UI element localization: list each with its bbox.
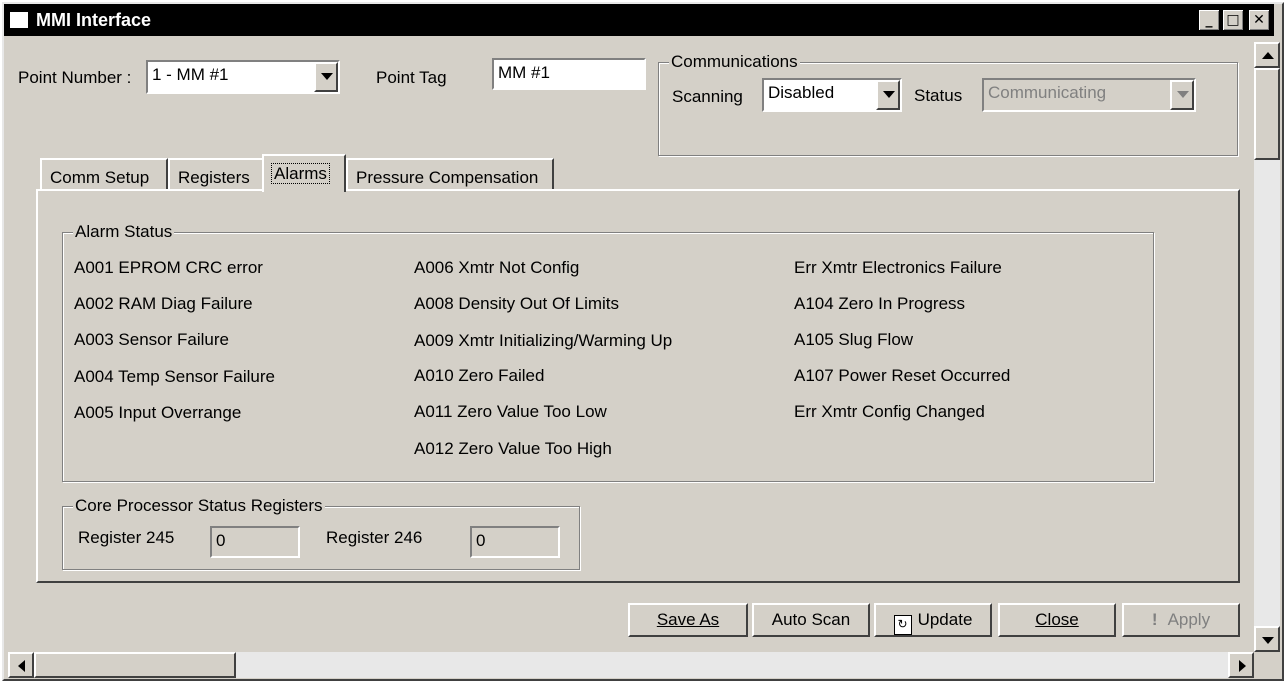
arrow-left-icon [18, 660, 25, 672]
tab-registers-label: Registers [178, 168, 250, 187]
auto-scan-label: Auto Scan [771, 610, 851, 629]
scanning-value: Disabled [768, 83, 835, 102]
horizontal-scrollbar[interactable] [8, 652, 1254, 678]
tab-comm-setup[interactable]: Comm Setup [40, 158, 168, 190]
scroll-right-button[interactable] [1228, 652, 1254, 678]
chevron-down-icon[interactable] [314, 62, 338, 92]
alarm-item: A008 Density Out Of Limits [414, 294, 620, 313]
arrow-up-icon [1262, 52, 1274, 59]
close-label: Close [1035, 610, 1079, 629]
refresh-icon: ↻ [893, 615, 912, 635]
maximize-button[interactable]: □ [1222, 9, 1244, 31]
point-number-label: Point Number : [18, 68, 132, 87]
scroll-down-button[interactable] [1254, 626, 1280, 652]
scanning-dropdown[interactable]: Disabled [762, 78, 902, 112]
arrow-right-icon [1239, 660, 1246, 672]
update-label: Update [917, 610, 973, 629]
point-tag-input[interactable]: MM #1 [492, 58, 646, 90]
tab-pressure-compensation[interactable]: Pressure Compensation [346, 158, 554, 190]
update-button[interactable]: ↻ Update [874, 603, 992, 637]
scroll-up-button[interactable] [1254, 42, 1280, 68]
register-246-field: 0 [470, 526, 560, 558]
point-number-dropdown[interactable]: 1 - MM #1 [146, 60, 340, 94]
alarm-item: A009 Xmtr Initializing/Warming Up [414, 331, 673, 350]
alarm-item: A005 Input Overrange [74, 403, 242, 422]
arrow-down-icon [1262, 637, 1274, 644]
scroll-left-button[interactable] [8, 652, 34, 678]
register-246-label: Register 246 [326, 528, 423, 547]
save-as-button[interactable]: Save As [628, 603, 748, 637]
chevron-down-icon [1170, 80, 1194, 110]
alarm-item: Err Xmtr Electronics Failure [794, 258, 1002, 277]
alarm-item: A001 EPROM CRC error [74, 258, 263, 277]
minimize-button[interactable]: _ [1198, 9, 1220, 31]
scanning-label: Scanning [672, 87, 743, 106]
alarm-item: A104 Zero In Progress [794, 294, 966, 313]
tab-alarms-label: Alarms [271, 163, 330, 184]
alarm-item: A107 Power Reset Occurred [794, 366, 1011, 385]
alarm-item: A011 Zero Value Too Low [414, 402, 607, 421]
point-number-value: 1 - MM #1 [152, 65, 229, 84]
alarm-item: A006 Xmtr Not Config [414, 258, 580, 277]
horizontal-scroll-thumb[interactable] [34, 652, 236, 678]
chevron-down-icon[interactable] [876, 80, 900, 110]
alarm-item: A002 RAM Diag Failure [74, 294, 253, 313]
alarm-item: A004 Temp Sensor Failure [74, 367, 275, 386]
window-icon[interactable] [10, 12, 28, 28]
register-245-label: Register 245 [78, 528, 175, 547]
point-tag-value: MM #1 [498, 63, 550, 82]
register-245-field: 0 [210, 526, 300, 558]
alarm-item: A105 Slug Flow [794, 330, 914, 349]
auto-scan-button[interactable]: Auto Scan [752, 603, 870, 637]
alarm-item: A012 Zero Value Too High [414, 439, 612, 458]
tab-pressure-compensation-label: Pressure Compensation [356, 168, 539, 187]
core-processor-legend: Core Processor Status Registers [73, 496, 325, 516]
tab-alarms[interactable]: Alarms [262, 154, 346, 192]
save-as-label: Save As [656, 610, 720, 629]
point-tag-label: Point Tag [376, 68, 447, 87]
communications-legend: Communications [669, 52, 800, 72]
tab-comm-setup-label: Comm Setup [50, 168, 150, 187]
alarm-item: A003 Sensor Failure [74, 330, 229, 349]
exclamation-icon: ! [1151, 610, 1158, 629]
register-246-value: 0 [476, 531, 486, 550]
alarm-status-legend: Alarm Status [73, 222, 175, 242]
window-title: MMI Interface [36, 10, 152, 30]
status-value: Communicating [988, 83, 1107, 102]
alarm-item: Err Xmtr Config Changed [794, 402, 985, 421]
apply-button[interactable]: ! Apply [1122, 603, 1240, 637]
apply-label: Apply [1167, 610, 1211, 629]
status-dropdown: Communicating [982, 78, 1196, 112]
vertical-scrollbar[interactable] [1254, 42, 1280, 652]
alarm-item: A010 Zero Failed [414, 366, 545, 385]
vertical-scroll-thumb[interactable] [1254, 68, 1280, 160]
tab-registers[interactable]: Registers [168, 158, 264, 190]
status-label: Status [914, 86, 963, 105]
close-button[interactable]: Close [998, 603, 1116, 637]
register-245-value: 0 [216, 531, 226, 550]
close-window-button[interactable]: ✕ [1248, 9, 1270, 31]
title-bar[interactable]: MMI Interface _ □ ✕ [4, 4, 1274, 36]
